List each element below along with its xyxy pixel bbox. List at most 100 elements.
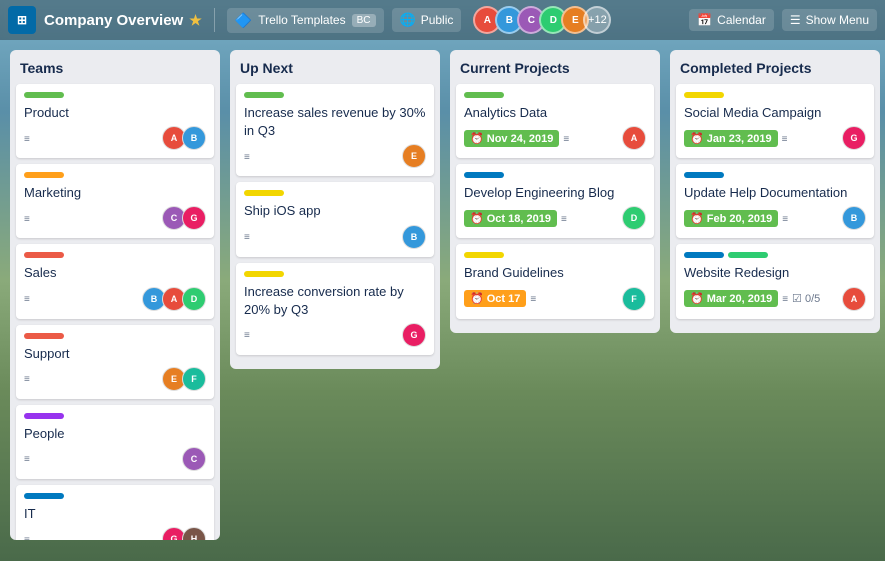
card-social-media[interactable]: Social Media Campaign ⏰ Jan 23, 2019 ≡ G	[676, 84, 874, 158]
card-footer: ≡ B	[244, 225, 426, 249]
card-icons: ≡	[244, 232, 250, 243]
avatar: G	[842, 126, 866, 150]
card-title: Update Help Documentation	[684, 184, 866, 202]
avatar: A	[842, 287, 866, 311]
template-label: Trello Templates	[258, 13, 345, 27]
card-label	[728, 252, 768, 258]
column-completed-projects: Completed Projects Social Media Campaign…	[670, 50, 880, 333]
card-help-docs[interactable]: Update Help Documentation ⏰ Feb 20, 2019…	[676, 164, 874, 238]
card-icons: ≡	[782, 214, 788, 225]
template-badge: BC	[352, 14, 376, 27]
card-avatars: C	[182, 447, 206, 471]
card-label	[24, 92, 64, 98]
card-label	[464, 92, 504, 98]
card-footer: ≡ E	[244, 144, 426, 168]
calendar-button[interactable]: 📅 Calendar	[689, 9, 774, 31]
checklist-count: ☑ 0/5	[792, 292, 820, 305]
column-header-completed-projects: Completed Projects	[676, 58, 874, 84]
card-avatars: A B	[162, 126, 206, 150]
card-label	[244, 271, 284, 277]
card-people[interactable]: People ≡ C	[16, 405, 214, 479]
card-avatars: F	[622, 287, 646, 311]
card-sales[interactable]: Sales ≡ B A D	[16, 244, 214, 318]
card-footer: ⏰ Feb 20, 2019 ≡ B	[684, 206, 866, 230]
card-website-redesign[interactable]: Website Redesign ⏰ Mar 20, 2019 ≡ ☑ 0/5 …	[676, 244, 874, 318]
card-label	[24, 333, 64, 339]
show-menu-button[interactable]: ☰ Show Menu	[782, 9, 877, 31]
column-header-teams: Teams	[16, 58, 214, 84]
card-avatars: D	[622, 206, 646, 230]
card-footer: ⏰ Nov 24, 2019 ≡ A	[464, 126, 646, 150]
calendar-label: Calendar	[717, 13, 766, 27]
card-label	[244, 92, 284, 98]
board-title: Company Overview ★	[44, 12, 202, 29]
card-label	[464, 172, 504, 178]
visibility-button[interactable]: 🌐 Public	[392, 8, 462, 32]
card-label	[244, 190, 284, 196]
board: Teams Product ≡ A B Marketing ≡ C G	[0, 40, 885, 561]
card-icons: ≡	[782, 134, 788, 145]
app-logo[interactable]: ⊞	[8, 6, 36, 34]
card-avatars: C G	[162, 206, 206, 230]
date-badge: ⏰ Feb 20, 2019	[684, 210, 778, 227]
card-icons: ≡	[24, 374, 30, 385]
card-label	[24, 172, 64, 178]
card-avatars: B A D	[142, 287, 206, 311]
topbar: ⊞ Company Overview ★ 🔷 Trello Templates …	[0, 0, 885, 40]
avatar: C	[182, 447, 206, 471]
card-avatars: A	[842, 287, 866, 311]
card-marketing[interactable]: Marketing ≡ C G	[16, 164, 214, 238]
card-brand-guidelines[interactable]: Brand Guidelines ⏰ Oct 17 ≡ F	[456, 244, 654, 318]
visibility-label: Public	[421, 13, 454, 27]
card-avatars: E F	[162, 367, 206, 391]
avatar-count[interactable]: +12	[583, 6, 611, 34]
avatar: B	[842, 206, 866, 230]
card-engineering-blog[interactable]: Develop Engineering Blog ⏰ Oct 18, 2019 …	[456, 164, 654, 238]
card-title: Brand Guidelines	[464, 264, 646, 282]
date-badge: ⏰ Jan 23, 2019	[684, 130, 778, 147]
card-footer: ⏰ Oct 18, 2019 ≡ D	[464, 206, 646, 230]
card-it[interactable]: IT ≡ G H	[16, 485, 214, 540]
board-title-text: Company Overview	[44, 12, 183, 29]
globe-icon: 🌐	[400, 12, 416, 28]
star-icon[interactable]: ★	[189, 12, 202, 29]
avatar: A	[622, 126, 646, 150]
avatar: F	[622, 287, 646, 311]
template-button[interactable]: 🔷 Trello Templates BC	[227, 8, 384, 33]
card-label	[464, 252, 504, 258]
card-title: Marketing	[24, 184, 206, 202]
card-label	[24, 252, 64, 258]
card-avatars: G	[842, 126, 866, 150]
card-footer: ≡ A B	[24, 126, 206, 150]
card-title: Analytics Data	[464, 104, 646, 122]
show-menu-label: Show Menu	[806, 13, 869, 27]
logo-icon: ⊞	[17, 13, 27, 27]
member-avatars[interactable]: A B C D E +12	[473, 6, 611, 34]
card-title: People	[24, 425, 206, 443]
card-icons: ≡	[782, 294, 788, 305]
card-avatars: B	[842, 206, 866, 230]
card-avatars: A	[622, 126, 646, 150]
trello-icon: 🔷	[235, 12, 252, 29]
card-product[interactable]: Product ≡ A B	[16, 84, 214, 158]
avatar: D	[182, 287, 206, 311]
card-ship-ios[interactable]: Ship iOS app ≡ B	[236, 182, 434, 256]
avatar: G	[402, 323, 426, 347]
avatar: D	[622, 206, 646, 230]
avatar: B	[402, 225, 426, 249]
card-icons: ≡	[24, 294, 30, 305]
card-icons: ≡	[244, 330, 250, 341]
card-conversion-rate[interactable]: Increase conversion rate by 20% by Q3 ≡ …	[236, 263, 434, 355]
card-icons: ≡	[24, 535, 30, 540]
column-current-projects: Current Projects Analytics Data ⏰ Nov 24…	[450, 50, 660, 333]
card-analytics[interactable]: Analytics Data ⏰ Nov 24, 2019 ≡ A	[456, 84, 654, 158]
card-support[interactable]: Support ≡ E F	[16, 325, 214, 399]
menu-icon: ☰	[790, 13, 801, 27]
card-footer: ≡ B A D	[24, 287, 206, 311]
card-icons: ≡	[24, 214, 30, 225]
card-increase-sales[interactable]: Increase sales revenue by 30% in Q3 ≡ E	[236, 84, 434, 176]
card-footer: ⏰ Mar 20, 2019 ≡ ☑ 0/5 A	[684, 287, 866, 311]
card-title: Increase sales revenue by 30% in Q3	[244, 104, 426, 140]
date-badge: ⏰ Oct 18, 2019	[464, 210, 557, 227]
card-avatars: E	[402, 144, 426, 168]
